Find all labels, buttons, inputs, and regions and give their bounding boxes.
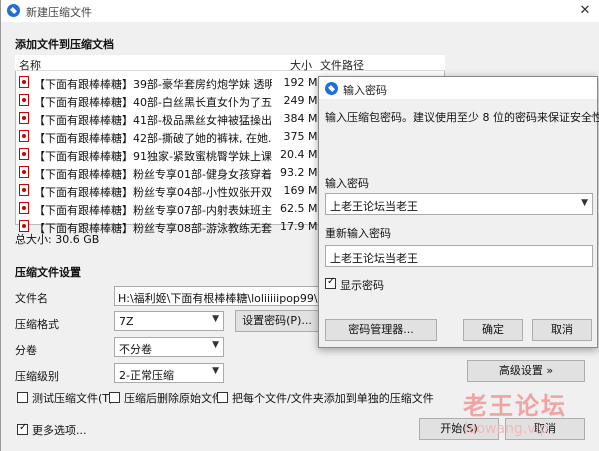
settings-heading: 压缩文件设置	[15, 266, 81, 279]
video-file-icon	[19, 130, 29, 142]
level-value: 2-正常压缩	[119, 369, 174, 382]
ok-button[interactable]: 确定	[463, 319, 523, 341]
file-name: 【下面有跟棒棒糖】粉丝专享07部-内射表妹班主...	[34, 204, 272, 217]
more-options-label[interactable]: 更多选项...	[32, 422, 87, 438]
video-file-icon	[19, 184, 29, 196]
total-size: 总大小: 30.6 GB	[15, 233, 100, 246]
file-name: 【下面有跟棒棒糖】粉丝专享01部-健身女孩穿着l...	[34, 168, 272, 181]
video-file-icon	[19, 202, 29, 214]
format-select[interactable]: 7Z ▼	[114, 311, 224, 331]
reenter-password-value: 上老王论坛当老王	[330, 252, 418, 265]
file-row[interactable]: 【下面有跟棒棒糖】40部-白丝黑长直女仆为了五... 249 MB	[17, 92, 325, 110]
separate-archive-label: 把每个文件/文件夹添加到单独的压缩文件	[232, 392, 434, 405]
split-label: 分卷	[15, 344, 37, 357]
advanced-settings-button[interactable]: 高级设置 »	[467, 360, 585, 382]
col-path[interactable]: 文件路径	[320, 57, 364, 73]
col-name[interactable]: 名称	[19, 57, 41, 73]
chevron-down-icon: ▼	[212, 366, 219, 376]
file-row[interactable]: 【下面有跟棒棒糖】41部-极品黑丝女神被猛操出... 384 MB	[17, 110, 325, 128]
level-select[interactable]: 2-正常压缩 ▼	[114, 363, 224, 383]
dialog-title-bar: 输入密码	[319, 77, 597, 99]
file-name: 【下面有跟棒棒糖】39部-豪华套房约炮学妹 透明...	[34, 78, 272, 91]
filename-label: 文件名	[15, 292, 48, 305]
password-dialog: 输入密码 输入压缩包密码。建议使用至少 8 位的密码来保证安全性。 输入密码 上…	[318, 76, 599, 348]
video-file-icon	[19, 112, 29, 124]
password-manager-button[interactable]: 密码管理器...	[325, 319, 437, 341]
set-password-button[interactable]: 设置密码(P)...	[235, 310, 319, 332]
filename-input[interactable]: H:\福利姬\下面有根棒棒糖\loliiiiipop99\loliiiiipop	[114, 286, 319, 306]
video-file-icon	[19, 148, 29, 160]
dialog-cancel-button[interactable]: 取消	[532, 319, 592, 341]
file-row[interactable]: 【下面有跟棒棒糖】粉丝专享04部-小性奴张开双... 169 MB	[17, 182, 325, 200]
watermark-logo: 老王论坛	[463, 392, 567, 420]
delete-after-checkbox[interactable]	[109, 392, 120, 403]
enter-password-label: 输入密码	[325, 177, 369, 190]
file-list-header: 名称 大小 文件路径	[15, 55, 445, 73]
chevron-down-icon: ▼	[212, 314, 219, 324]
video-file-icon	[19, 94, 29, 106]
file-row[interactable]: 【下面有跟棒棒糖】粉丝专享01部-健身女孩穿着l... 93.2 MB	[17, 164, 325, 182]
chevron-down-icon[interactable]: ▼	[581, 198, 588, 208]
enter-password-value: 上老王论坛当老王	[330, 200, 418, 213]
col-size[interactable]: 大小	[290, 57, 312, 73]
format-label: 压缩格式	[15, 318, 59, 331]
level-label: 压缩级别	[15, 370, 59, 383]
show-password-label: 显示密码	[340, 279, 384, 292]
format-value: 7Z	[119, 315, 134, 328]
split-select[interactable]: 不分卷 ▼	[114, 337, 224, 357]
file-row[interactable]: 【下面有跟棒棒糖】39部-豪华套房约炮学妹 透明... 192 MB	[17, 74, 325, 92]
file-name: 【下面有跟棒棒糖】40部-白丝黑长直女仆为了五...	[34, 96, 272, 109]
split-value: 不分卷	[119, 343, 152, 356]
app-icon	[325, 82, 338, 95]
section-add-heading: 添加文件到压缩文档	[15, 38, 114, 51]
video-file-icon	[19, 76, 29, 88]
delete-after-label: 压缩后删除原始文件	[124, 392, 223, 405]
file-name: 【下面有跟棒棒糖】42部-撕破了她的裤袜, 在她...	[34, 132, 272, 145]
test-archive-checkbox[interactable]	[17, 392, 28, 403]
chevron-down-icon: ▼	[212, 340, 219, 350]
enter-password-input[interactable]: 上老王论坛当老王 ▼	[325, 193, 593, 215]
file-row[interactable]: 【下面有跟棒棒糖】42部-撕破了她的裤袜, 在她... 375 MB	[17, 128, 325, 146]
app-icon	[7, 4, 20, 17]
reenter-password-label: 重新输入密码	[325, 227, 391, 240]
show-password-checkbox[interactable]	[325, 276, 336, 289]
dialog-title: 输入密码	[343, 84, 387, 97]
dialog-message: 输入压缩包密码。建议使用至少 8 位的密码来保证安全性。	[325, 111, 599, 124]
title-bar: 新建压缩文件 ✕	[1, 0, 599, 22]
test-archive-label: 测试压缩文件(T)	[32, 392, 114, 405]
file-row[interactable]: 【下面有跟棒棒糖】粉丝专享07部-内射表妹班主... 62.5 MB	[17, 200, 325, 218]
watermark-url: laowang.vip	[464, 421, 549, 437]
more-options-checkbox[interactable]	[17, 422, 28, 435]
file-name: 【下面有跟棒棒糖】41部-极品黑丝女神被猛操出...	[34, 114, 272, 127]
reenter-password-input[interactable]: 上老王论坛当老王	[325, 245, 593, 267]
file-name: 【下面有跟棒棒糖】91独家-紧致蜜桃臀学妹上课...	[34, 150, 272, 163]
file-row[interactable]: 【下面有跟棒棒糖】91独家-紧致蜜桃臀学妹上课... 20.4 MB	[17, 146, 325, 164]
video-file-icon	[19, 166, 29, 178]
file-name: 【下面有跟棒棒糖】粉丝专享04部-小性奴张开双...	[34, 186, 272, 199]
close-icon[interactable]: ✕	[573, 0, 597, 22]
filename-value: H:\福利姬\下面有根棒棒糖\loliiiiipop99\loliiiiipop	[118, 292, 319, 305]
separate-archive-checkbox[interactable]	[217, 392, 228, 403]
window-title: 新建压缩文件	[26, 6, 92, 19]
